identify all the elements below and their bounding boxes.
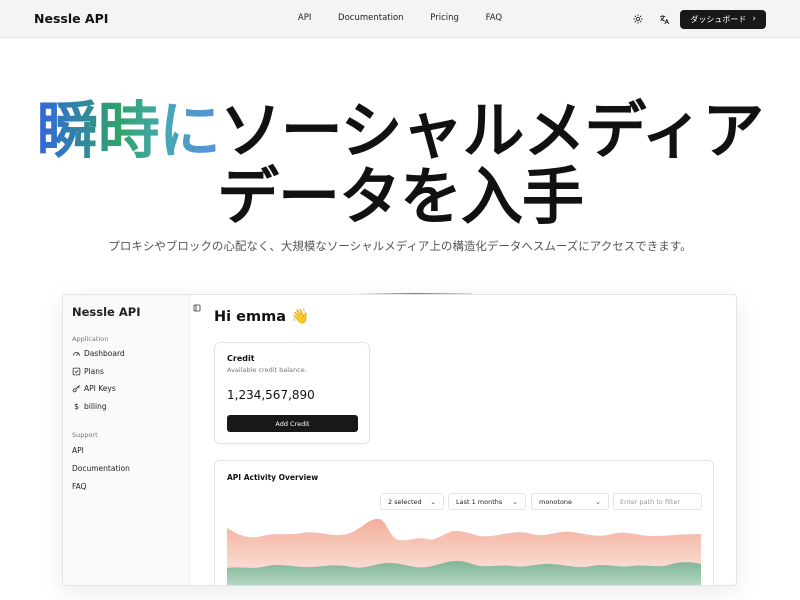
nav-link-documentation[interactable]: Documentation	[338, 13, 404, 23]
chevron-down-icon: ⌄	[512, 497, 518, 506]
curve-style-select[interactable]: monotone ⌄	[531, 493, 609, 510]
translate-icon	[659, 14, 669, 24]
app-preview: Nessle API Application Dashboard Plans A…	[62, 294, 737, 586]
activity-area-chart	[227, 518, 701, 585]
sidebar: Nessle API Application Dashboard Plans A…	[63, 295, 190, 585]
hero-title-highlight: 瞬時に	[36, 94, 221, 167]
chevron-down-icon: ⌄	[430, 497, 436, 506]
series-select-value: 2 selected	[388, 497, 422, 506]
hero-title-line2: データを入手	[216, 160, 584, 233]
sidebar-item-label: billing	[84, 402, 107, 411]
sidebar-item-label: Plans	[84, 367, 104, 376]
sidebar-item-label: Dashboard	[84, 349, 125, 358]
sidebar-toggle-icon[interactable]	[193, 297, 201, 312]
activity-title: API Activity Overview	[227, 473, 319, 482]
nav-actions: ダッシュボード ›	[628, 9, 766, 29]
hero-subtitle: プロキシやブロックの心配なく、大規模なソーシャルメディア上の構造化データへスムー…	[108, 239, 692, 253]
sidebar-brand[interactable]: Nessle API	[72, 305, 140, 319]
credit-value: 1,234,567,890	[227, 388, 315, 402]
api-activity-card: API Activity Overview 2 selected ⌄ Last …	[214, 460, 714, 585]
hero-title-rest: ソーシャルメディア	[219, 94, 764, 167]
chevron-down-icon: ⌄	[595, 497, 601, 506]
series-select[interactable]: 2 selected ⌄	[380, 493, 444, 510]
sidebar-item-api[interactable]: API	[72, 446, 84, 455]
curve-style-select-value: monotone	[539, 497, 573, 506]
hero-title: 瞬時にソーシャルメディア データを入手	[0, 98, 800, 230]
greeting: Hi emma 👋	[214, 309, 310, 325]
sidebar-item-documentation[interactable]: Documentation	[72, 464, 130, 473]
sidebar-item-plans[interactable]: Plans	[72, 367, 104, 376]
sidebar-item-faq[interactable]: FAQ	[72, 482, 87, 491]
top-nav: Nessle API API Documentation Pricing FAQ…	[0, 0, 800, 38]
credit-subtitle: Available credit balance.	[227, 366, 307, 374]
theme-toggle-button[interactable]	[628, 9, 648, 29]
key-icon	[72, 384, 81, 393]
sun-icon	[633, 14, 644, 24]
nav-link-pricing[interactable]: Pricing	[430, 13, 459, 23]
add-credit-button[interactable]: Add Credit	[227, 415, 358, 432]
range-select-value: Last 1 months	[456, 497, 503, 506]
sidebar-item-api-keys[interactable]: API Keys	[72, 384, 116, 393]
language-button[interactable]	[654, 9, 674, 29]
dollar-icon: $	[73, 402, 80, 411]
range-select[interactable]: Last 1 months ⌄	[448, 493, 526, 510]
sidebar-item-billing[interactable]: $ billing	[72, 402, 107, 411]
sidebar-item-dashboard[interactable]: Dashboard	[72, 349, 125, 358]
nav-link-api[interactable]: API	[298, 13, 311, 23]
path-filter-input[interactable]: Enter path to filter	[613, 493, 702, 510]
sidebar-item-label: API Keys	[84, 384, 116, 393]
gauge-icon	[72, 349, 81, 358]
checkbox-icon	[72, 367, 81, 376]
credit-title: Credit	[227, 354, 255, 363]
dashboard-button-label: ダッシュボード	[690, 14, 747, 24]
dashboard-button[interactable]: ダッシュボード ›	[680, 9, 766, 29]
sidebar-section-application: Application	[72, 335, 109, 343]
nav-link-faq[interactable]: FAQ	[486, 13, 502, 23]
hero-title-line1: 瞬時にソーシャルメディア	[0, 98, 800, 164]
chevron-right-icon: ›	[752, 14, 756, 24]
credit-card: Credit Available credit balance. 1,234,5…	[214, 342, 370, 444]
sidebar-section-support: Support	[72, 431, 98, 439]
